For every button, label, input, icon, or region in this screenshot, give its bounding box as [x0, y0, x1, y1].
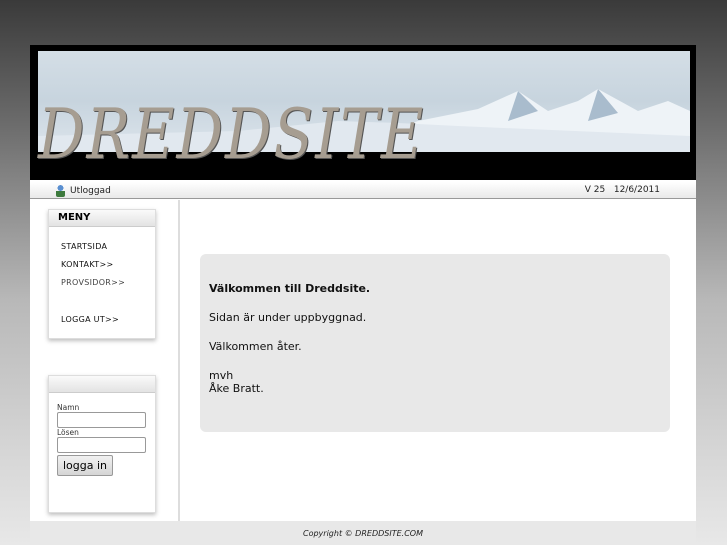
sidebar: MENY STARTSIDA KONTAKT>> PROVSIDOR>> LOG… — [30, 200, 180, 522]
login-button[interactable]: logga in — [57, 455, 114, 476]
name-label: Namn — [57, 403, 80, 412]
menu-item-logga-ut[interactable]: LOGGA UT>> — [61, 315, 119, 324]
site-logo: DREDDSITE — [38, 93, 426, 175]
user-icon — [56, 185, 65, 197]
name-input[interactable] — [57, 412, 146, 428]
signature-name: Åke Bratt. — [209, 382, 264, 395]
status-bar: Utloggad V 25 12/6/2011 — [30, 182, 696, 199]
menu-item-kontakt[interactable]: KONTAKT>> — [61, 260, 113, 269]
password-input[interactable] — [57, 437, 146, 453]
page: DREDDSITE Utloggad V 25 12/6/2011 MENY S… — [30, 45, 696, 545]
menu-title: MENY — [49, 210, 155, 227]
signature: mvh — [209, 369, 234, 382]
menu-item-provsidor[interactable]: PROVSIDOR>> — [61, 278, 125, 287]
content-text: Välkommen åter. — [209, 340, 302, 353]
welcome-panel: Välkommen till Dreddsite. Sidan är under… — [200, 254, 670, 432]
content-text: Sidan är under uppbyggnad. — [209, 311, 367, 324]
version: V 25 — [584, 185, 606, 195]
header: DREDDSITE — [30, 45, 696, 180]
copyright: Copyright © DREDDSITE.COM — [303, 529, 423, 538]
login-box: Namn Lösen logga in — [48, 375, 156, 513]
footer: Copyright © DREDDSITE.COM — [30, 521, 696, 545]
menu-box: MENY STARTSIDA KONTAKT>> PROVSIDOR>> LOG… — [48, 209, 156, 339]
password-label: Lösen — [57, 428, 79, 437]
welcome-heading: Välkommen till Dreddsite. — [209, 282, 371, 295]
menu-item-startsida[interactable]: STARTSIDA — [61, 242, 107, 251]
login-box-header — [49, 376, 155, 393]
login-status: Utloggad — [70, 186, 111, 196]
date: 12/6/2011 — [613, 185, 660, 195]
